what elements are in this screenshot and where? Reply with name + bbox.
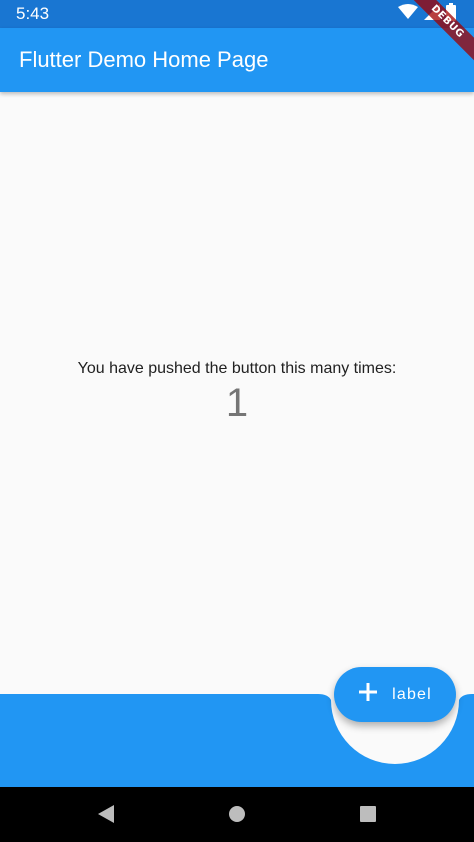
page-title: Flutter Demo Home Page [19, 47, 269, 72]
system-navigation-bar [0, 787, 474, 842]
main-content: You have pushed the button this many tim… [0, 358, 474, 426]
fab-label: label [392, 685, 432, 703]
app-bar: Flutter Demo Home Page [0, 28, 474, 92]
add-fab-button[interactable]: label [334, 667, 456, 722]
status-bar: 5:43 [0, 0, 474, 28]
plus-icon [358, 682, 378, 707]
back-icon[interactable] [95, 802, 119, 826]
status-time: 5:43 [16, 4, 50, 23]
recents-icon[interactable] [356, 802, 380, 826]
counter-message: You have pushed the button this many tim… [77, 360, 397, 377]
counter-value: 1 [225, 381, 249, 425]
wifi-icon [398, 3, 418, 25]
home-icon[interactable] [225, 802, 249, 826]
